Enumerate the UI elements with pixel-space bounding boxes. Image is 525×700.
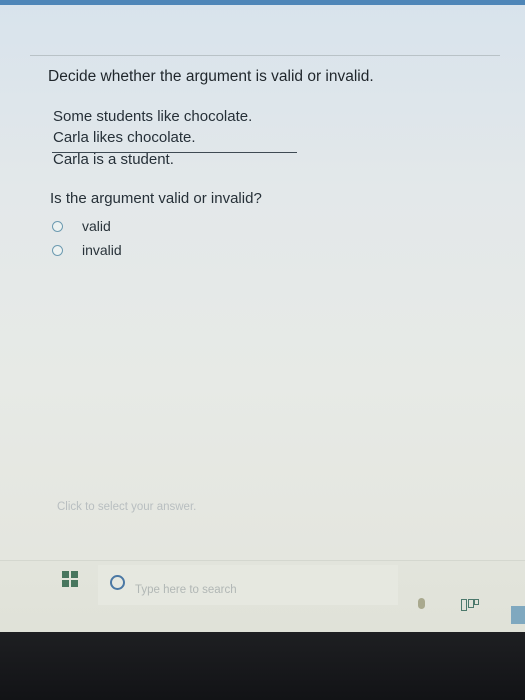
option-invalid[interactable]: invalid	[52, 240, 122, 260]
task-view-icon[interactable]	[461, 599, 479, 611]
taskbar-search-box[interactable]: Type here to search	[98, 565, 398, 605]
conclusion: Carla is a student.	[53, 151, 174, 168]
windows-taskbar: Type here to search	[0, 560, 525, 632]
question-title: Decide whether the argument is valid or …	[48, 68, 374, 85]
windows-start-icon[interactable]	[62, 571, 78, 587]
radio-valid[interactable]	[52, 220, 63, 232]
option-valid-label[interactable]: valid	[82, 218, 111, 234]
search-placeholder[interactable]: Type here to search	[135, 584, 237, 596]
option-valid[interactable]: valid	[52, 216, 111, 236]
monitor-screen: Decide whether the argument is valid or …	[0, 0, 525, 632]
premise-2: Carla likes chocolate.	[53, 129, 196, 146]
answer-prompt: Is the argument valid or invalid?	[50, 190, 262, 207]
cortana-circle-icon[interactable]	[110, 575, 125, 590]
microphone-icon[interactable]	[418, 598, 425, 609]
select-answer-hint: Click to select your answer.	[57, 501, 197, 513]
pinned-app-icon[interactable]	[511, 606, 525, 624]
option-invalid-label[interactable]: invalid	[82, 242, 122, 258]
photo-frame: Decide whether the argument is valid or …	[0, 0, 525, 700]
premise-1: Some students like chocolate.	[53, 108, 253, 125]
question-panel: Decide whether the argument is valid or …	[0, 0, 525, 560]
monitor-bezel	[0, 632, 525, 700]
radio-invalid[interactable]	[52, 244, 63, 256]
